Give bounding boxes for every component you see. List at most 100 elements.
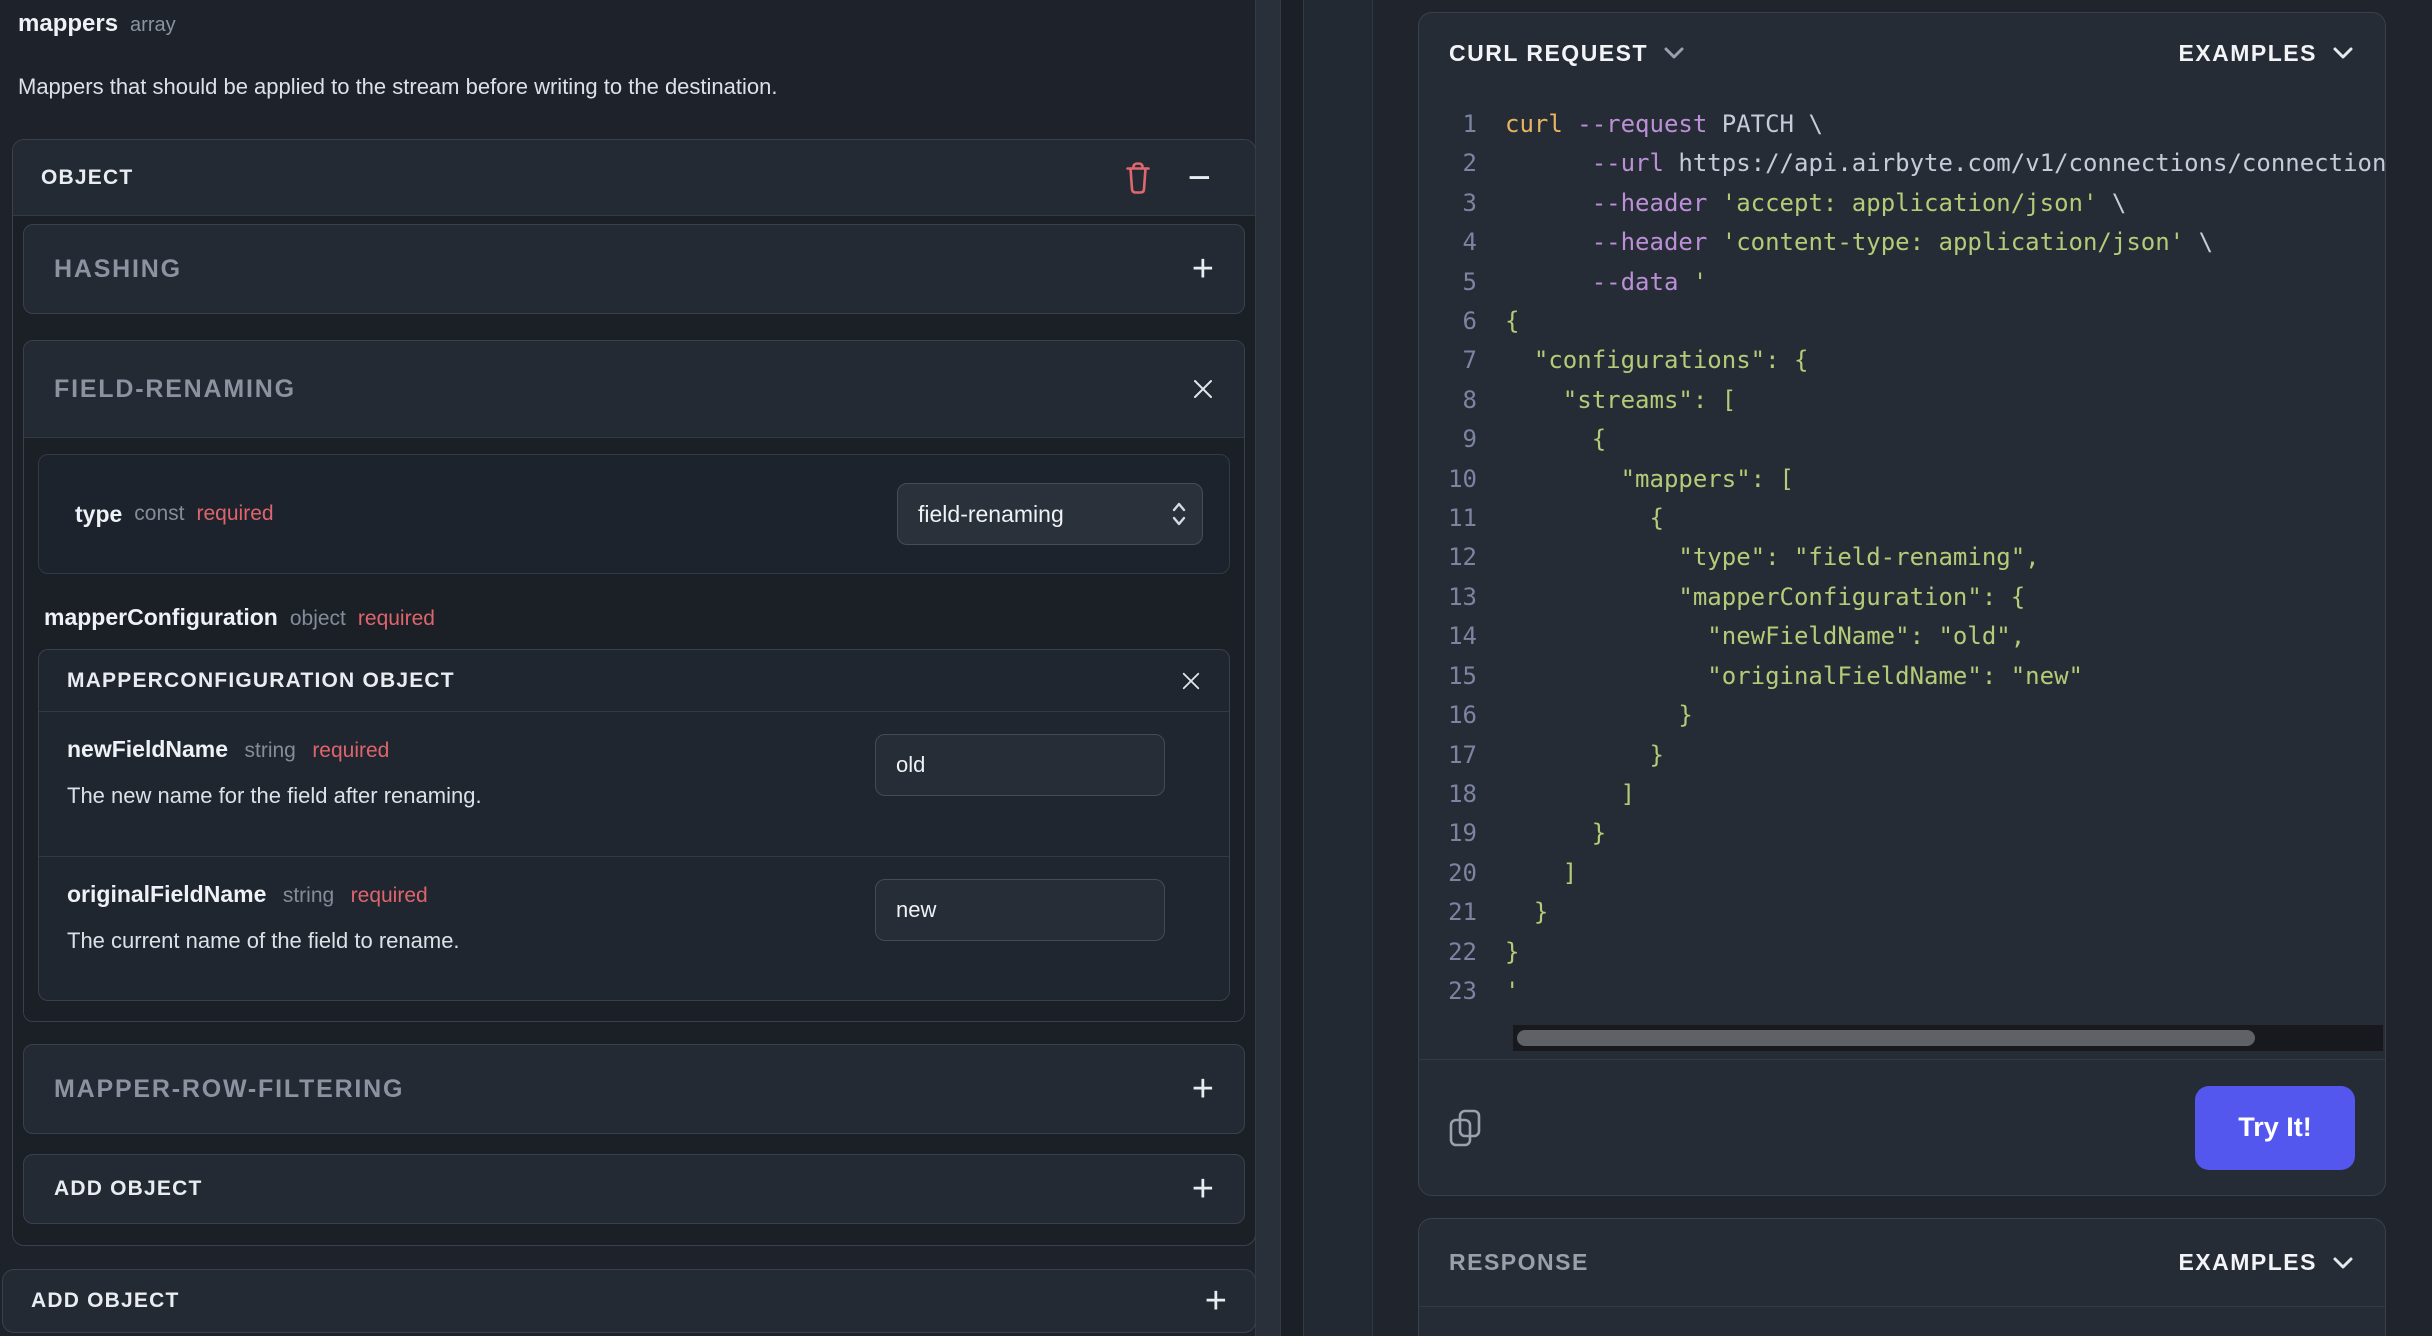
plus-icon: + — [1191, 248, 1214, 290]
remove-field-renaming-button[interactable] — [1192, 378, 1214, 400]
type-select-value: field-renaming — [918, 500, 1064, 527]
code-text: { — [1505, 307, 1520, 336]
copy-code-button[interactable] — [1447, 1108, 1483, 1148]
line-number: 20 — [1448, 858, 1477, 887]
field-renaming-body: type const required field-renaming mappe… — [24, 437, 1244, 1021]
curl-card-footer: Try It! — [1419, 1059, 2385, 1195]
horizontal-scrollbar-thumb[interactable] — [1517, 1030, 2255, 1046]
minus-icon: − — [1187, 155, 1211, 200]
code-line: 21 } — [1419, 893, 2385, 932]
line-number: 2 — [1462, 149, 1477, 178]
curl-request-title[interactable]: CURL REQUEST — [1449, 40, 1648, 67]
type-field-row: type const required field-renaming — [38, 454, 1230, 574]
add-object-button-inner[interactable]: ADD OBJECT + — [23, 1154, 1245, 1224]
code-text: } — [1505, 819, 1607, 848]
response-header: RESPONSE EXAMPLES — [1419, 1219, 2385, 1307]
code-text: "originalFieldName": "new" — [1505, 661, 2083, 690]
new-field-name-row: newFieldName string required The new nam… — [39, 712, 1229, 856]
mappers-description: Mappers that should be applied to the st… — [18, 74, 778, 99]
mapper-row-filtering-section-bar[interactable]: MAPPER-ROW-FILTERING + — [23, 1044, 1245, 1134]
object-card-body: HASHING + FIELD-RENAMING type const requ… — [13, 216, 1255, 1245]
code-line: 22} — [1419, 933, 2385, 972]
code-line: 11 { — [1419, 499, 2385, 538]
mapper-configuration-required-badge: required — [357, 607, 435, 630]
mappers-property-title: mappers array — [18, 10, 176, 38]
close-icon — [1192, 378, 1214, 400]
add-object-label: ADD OBJECT — [54, 1177, 203, 1200]
type-field-kind: const — [134, 502, 185, 525]
mapper-row-filtering-label: MAPPER-ROW-FILTERING — [54, 1074, 405, 1103]
examples-dropdown-label[interactable]: EXAMPLES — [2178, 40, 2317, 67]
code-line: 3 --header 'accept: application/json' \ — [1419, 184, 2385, 223]
code-line: 2 --url https://api.airbyte.com/v1/conne… — [1419, 144, 2385, 183]
line-number: 23 — [1448, 976, 1477, 1005]
line-number: 18 — [1448, 779, 1477, 808]
code-text: ] — [1505, 858, 1578, 887]
type-field-name: type — [75, 500, 123, 527]
line-number: 6 — [1462, 307, 1477, 336]
close-icon — [1181, 671, 1201, 691]
code-block: 1 curl --request PATCH \ 2 --url https://a… — [1419, 105, 2385, 1057]
close-mapper-configuration-button[interactable] — [1181, 671, 1201, 691]
right-column-gutter — [1304, 0, 1373, 1336]
code-text: --header 'accept: application/json' \ — [1591, 188, 2127, 217]
field-required-badge: required — [312, 739, 390, 762]
trash-icon — [1122, 160, 1154, 196]
line-number: 16 — [1448, 701, 1477, 730]
column-divider — [1281, 0, 1304, 1336]
line-number: 9 — [1462, 425, 1477, 454]
line-number: 12 — [1448, 543, 1477, 572]
object-card: OBJECT − HASHING + FIELD-RENAMING type c… — [12, 139, 1256, 1246]
line-number: 5 — [1462, 267, 1477, 296]
horizontal-scrollbar-track[interactable] — [1513, 1025, 2383, 1051]
field-renaming-label: FIELD-RENAMING — [54, 374, 296, 403]
mapper-configuration-kind: object — [289, 607, 346, 630]
delete-object-button[interactable] — [1122, 160, 1154, 196]
type-required-badge: required — [196, 502, 274, 525]
code-line: 4 --header 'content-type: application/js… — [1419, 223, 2385, 262]
add-object-button-outer[interactable]: ADD OBJECT + — [2, 1269, 1256, 1333]
code-line: 17 } — [1419, 736, 2385, 775]
examples-dropdown-label[interactable]: EXAMPLES — [2178, 1249, 2317, 1276]
code-text: ] — [1505, 779, 1636, 808]
code-line: 7 "configurations": { — [1419, 341, 2385, 380]
curl-request-header: CURL REQUEST EXAMPLES — [1419, 13, 2385, 93]
chevron-down-icon — [2331, 45, 2355, 61]
line-number: 13 — [1448, 582, 1477, 611]
field-name: originalFieldName — [67, 881, 267, 907]
code-text: --url https://api.airbyte.com/v1/connect… — [1591, 149, 2386, 178]
code-line: 23 ' — [1419, 972, 2385, 1011]
code-text: ' — [1505, 976, 1520, 1005]
left-panel-scrollbar[interactable] — [1255, 0, 1281, 1336]
code-line: 8 "streams": [ — [1419, 381, 2385, 420]
collapse-object-button[interactable]: − — [1187, 155, 1211, 200]
line-number: 8 — [1462, 385, 1477, 414]
code-text: "configurations": { — [1505, 346, 1809, 375]
code-text: } — [1505, 937, 1520, 966]
line-number: 3 — [1462, 188, 1477, 217]
mapper-configuration-header-label: MAPPERCONFIGURATION OBJECT — [67, 668, 455, 692]
code-text: --header 'content-type: application/json… — [1591, 228, 2214, 257]
code-text: "streams": [ — [1505, 385, 1737, 414]
property-type: array — [130, 14, 176, 36]
code-line: 1 curl --request PATCH \ — [1419, 105, 2385, 144]
field-required-badge: required — [350, 884, 428, 907]
try-it-button[interactable]: Try It! — [2195, 1085, 2355, 1170]
hashing-section-bar[interactable]: HASHING + — [23, 224, 1245, 314]
code-text: } — [1505, 740, 1664, 769]
line-number: 19 — [1448, 819, 1477, 848]
line-number: 14 — [1448, 622, 1477, 651]
code-text: "mapperConfiguration": { — [1505, 582, 2026, 611]
mapper-configuration-name: mapperConfiguration — [44, 604, 278, 630]
chevron-down-icon — [2331, 1255, 2355, 1271]
response-card: RESPONSE EXAMPLES — [1418, 1218, 2386, 1336]
field-renaming-header: FIELD-RENAMING — [24, 341, 1244, 437]
plus-icon: + — [1191, 1168, 1214, 1210]
original-field-name-input[interactable]: new — [875, 879, 1165, 941]
mapper-configuration-panel: MAPPERCONFIGURATION OBJECT newFieldName … — [38, 649, 1230, 1001]
code-text: curl --request PATCH \ — [1505, 110, 1823, 138]
new-field-name-input[interactable]: old — [875, 734, 1165, 796]
type-select[interactable]: field-renaming — [897, 483, 1203, 545]
api-doc-page: mappers array Mappers that should be app… — [0, 0, 2432, 1336]
code-line: 16 } — [1419, 696, 2385, 735]
